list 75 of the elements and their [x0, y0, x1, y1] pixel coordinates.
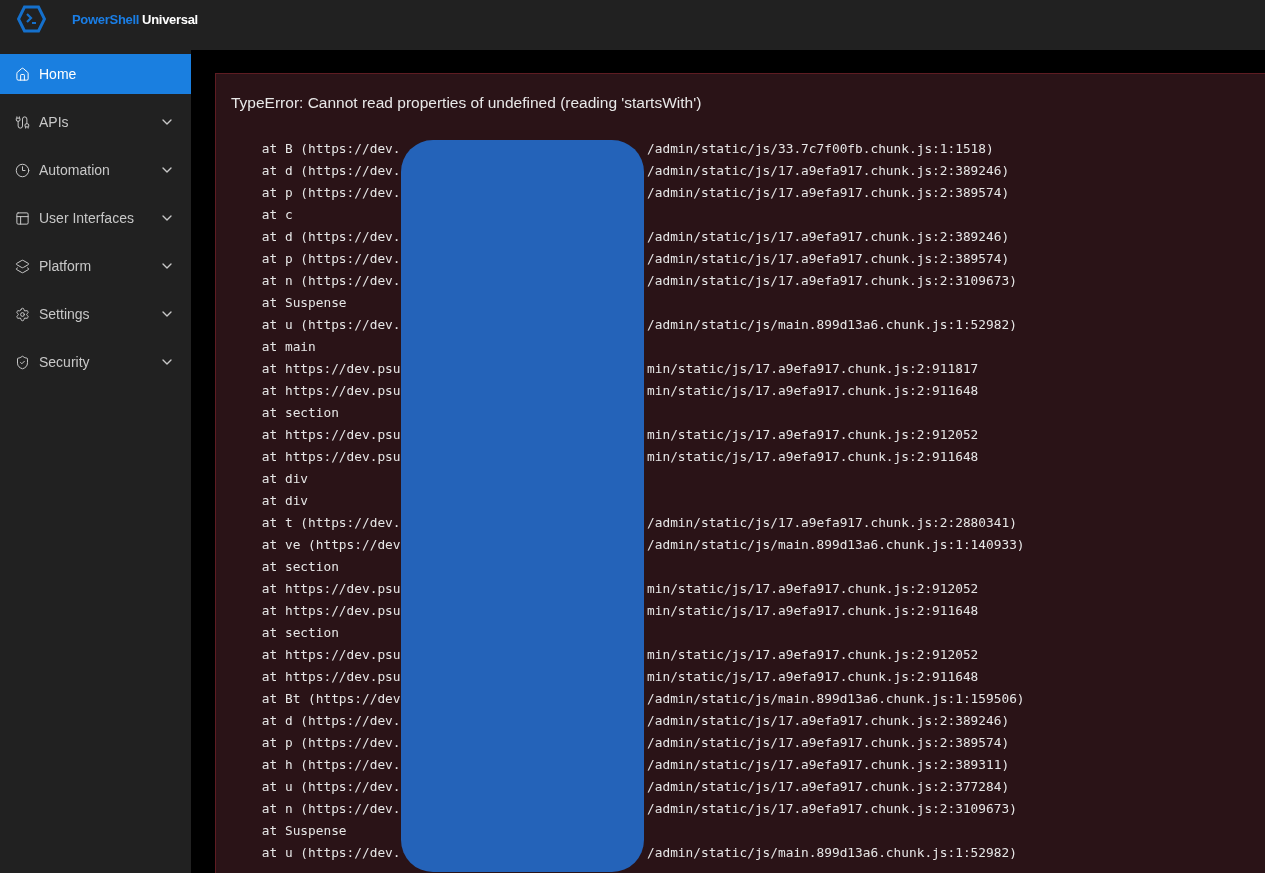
stack-trace-line: /admin/static/js/main.899d13a6.chunk.js:1:140933) — [647, 536, 1025, 552]
sidebar-item[interactable]: User Interfaces — [0, 198, 191, 238]
stack-trace-line: min/static/js/17.a9efa917.chunk.js:2:911648 — [647, 382, 980, 398]
stack-trace-line: min/static/js/17.a9efa917.chunk.js:2:912052 — [647, 646, 980, 662]
stack-trace-line: at u (https://dev. — [261, 778, 402, 794]
stack-trace-line: min/static/js/17.a9efa917.chunk.js:2:911648 — [647, 668, 980, 684]
stack-trace-line: at h (https://dev. — [261, 756, 402, 772]
brand-name: PowerShell — [72, 12, 140, 27]
stack-trace-line: min/static/js/17.a9efa917.chunk.js:2:911817 — [647, 360, 980, 376]
stack-trace-line: /admin/static/js/17.a9efa917.chunk.js:2:389574) — [647, 250, 1011, 266]
stack-trace-line: min/static/js/17.a9efa917.chunk.js:2:912052 — [647, 426, 980, 442]
error-message: TypeError: Cannot read properties of undefined (reading 'startsWith') — [231, 94, 703, 112]
stack-trace-line: /admin/static/js/17.a9efa917.chunk.js:2:3109673) — [647, 272, 1018, 288]
stack-trace-line: at Suspense — [261, 822, 348, 838]
stack-trace-line: at u (https://dev. — [261, 316, 402, 332]
stack-trace-line: at u (https://dev. — [261, 844, 402, 860]
nav-icon — [15, 258, 30, 274]
nav-icon — [15, 210, 30, 226]
stack-trace-line: min/static/js/17.a9efa917.chunk.js:2:912052 — [647, 580, 980, 596]
nav-icon — [15, 354, 30, 370]
nav-icon — [15, 66, 30, 82]
stack-trace-line: at main — [261, 338, 317, 354]
stack-trace-line: at https://dev.psu — [261, 602, 402, 618]
stack-trace-line: min/static/js/17.a9efa917.chunk.js:2:911648 — [647, 448, 980, 464]
stack-trace-line: /admin/static/js/17.a9efa917.chunk.js:2:389311) — [647, 756, 1011, 772]
sidebar-item[interactable]: Settings — [0, 294, 191, 334]
stack-trace-line: at Suspense — [261, 294, 348, 310]
stack-trace-line: at ve (https://dev — [261, 536, 402, 552]
stack-trace-line: at d (https://dev. — [261, 162, 402, 178]
stack-trace-line: at section — [261, 558, 340, 574]
stack-trace-line: at B (https://dev. — [261, 140, 402, 156]
stack-trace-line: min/static/js/17.a9efa917.chunk.js:2:911648 — [647, 602, 980, 618]
stack-trace-line: /admin/static/js/17.a9efa917.chunk.js:2:2880341) — [647, 514, 1018, 530]
sidebar-item[interactable]: Automation — [0, 150, 191, 190]
stack-trace-line: at n (https://dev. — [261, 272, 402, 288]
stack-trace-line: at p (https://dev. — [261, 250, 402, 266]
stack-trace-line: at t (https://dev. — [261, 514, 402, 530]
stack-trace-line: at p (https://dev. — [261, 184, 402, 200]
stack-trace-line: at https://dev.psu — [261, 448, 402, 464]
sidebar-item[interactable]: Home — [0, 54, 191, 94]
stack-trace-line: /admin/static/js/17.a9efa917.chunk.js:2:377284) — [647, 778, 1011, 794]
nav-icon — [15, 162, 30, 178]
nav-icon — [15, 114, 30, 130]
brand-name: Universal — [142, 12, 198, 27]
sidebar-item[interactable]: APIs — [0, 102, 191, 142]
stack-trace-line: at https://dev.psu — [261, 668, 402, 684]
stack-trace-line: at div — [261, 492, 310, 508]
stack-trace-line: at https://dev.psu — [261, 382, 402, 398]
logo-icon — [17, 5, 46, 33]
stack-trace-line: at n (https://dev. — [261, 800, 402, 816]
stack-trace-line: /admin/static/js/main.899d13a6.chunk.js:1:52982) — [647, 316, 1018, 332]
stack-trace-line: at div — [261, 470, 310, 486]
stack-trace-line: at p (https://dev. — [261, 734, 402, 750]
stack-trace-line: at c — [261, 206, 294, 222]
stack-trace-line: at Bt (https://dev — [261, 690, 402, 706]
stack-trace-line: /admin/static/js/main.899d13a6.chunk.js:1:52982) — [647, 844, 1018, 860]
sidebar-item[interactable]: Platform — [0, 246, 191, 286]
sidebar-item[interactable]: Security — [0, 342, 191, 382]
stack-trace-line: at https://dev.psu — [261, 426, 402, 442]
stack-trace-line: /admin/static/js/17.a9efa917.chunk.js:2:389574) — [647, 184, 1011, 200]
stack-trace-line: at https://dev.psu — [261, 646, 402, 662]
stack-trace-line: at https://dev.psu — [261, 360, 402, 376]
stack-trace-line: /admin/static/js/17.a9efa917.chunk.js:2:389574) — [647, 734, 1011, 750]
stack-trace-line: /admin/static/js/33.7c7f00fb.chunk.js:1:1518) — [647, 140, 995, 156]
stack-trace-line: at https://dev.psu — [261, 580, 402, 596]
stack-trace-line: at section — [261, 624, 340, 640]
stack-trace-line: /admin/static/js/17.a9efa917.chunk.js:2:3109673) — [647, 800, 1018, 816]
stack-trace-line: /admin/static/js/17.a9efa917.chunk.js:2:389246) — [647, 162, 1011, 178]
nav-icon — [15, 306, 30, 322]
stack-trace-line: /admin/static/js/17.a9efa917.chunk.js:2:389246) — [647, 712, 1011, 728]
stack-trace-line: at d (https://dev. — [261, 228, 402, 244]
stack-trace-line: /admin/static/js/17.a9efa917.chunk.js:2:389246) — [647, 228, 1011, 244]
stack-trace-line: /admin/static/js/main.899d13a6.chunk.js:1:159506) — [647, 690, 1025, 706]
stack-trace-line: at d (https://dev. — [261, 712, 402, 728]
stack-trace-line: at section — [261, 404, 340, 420]
